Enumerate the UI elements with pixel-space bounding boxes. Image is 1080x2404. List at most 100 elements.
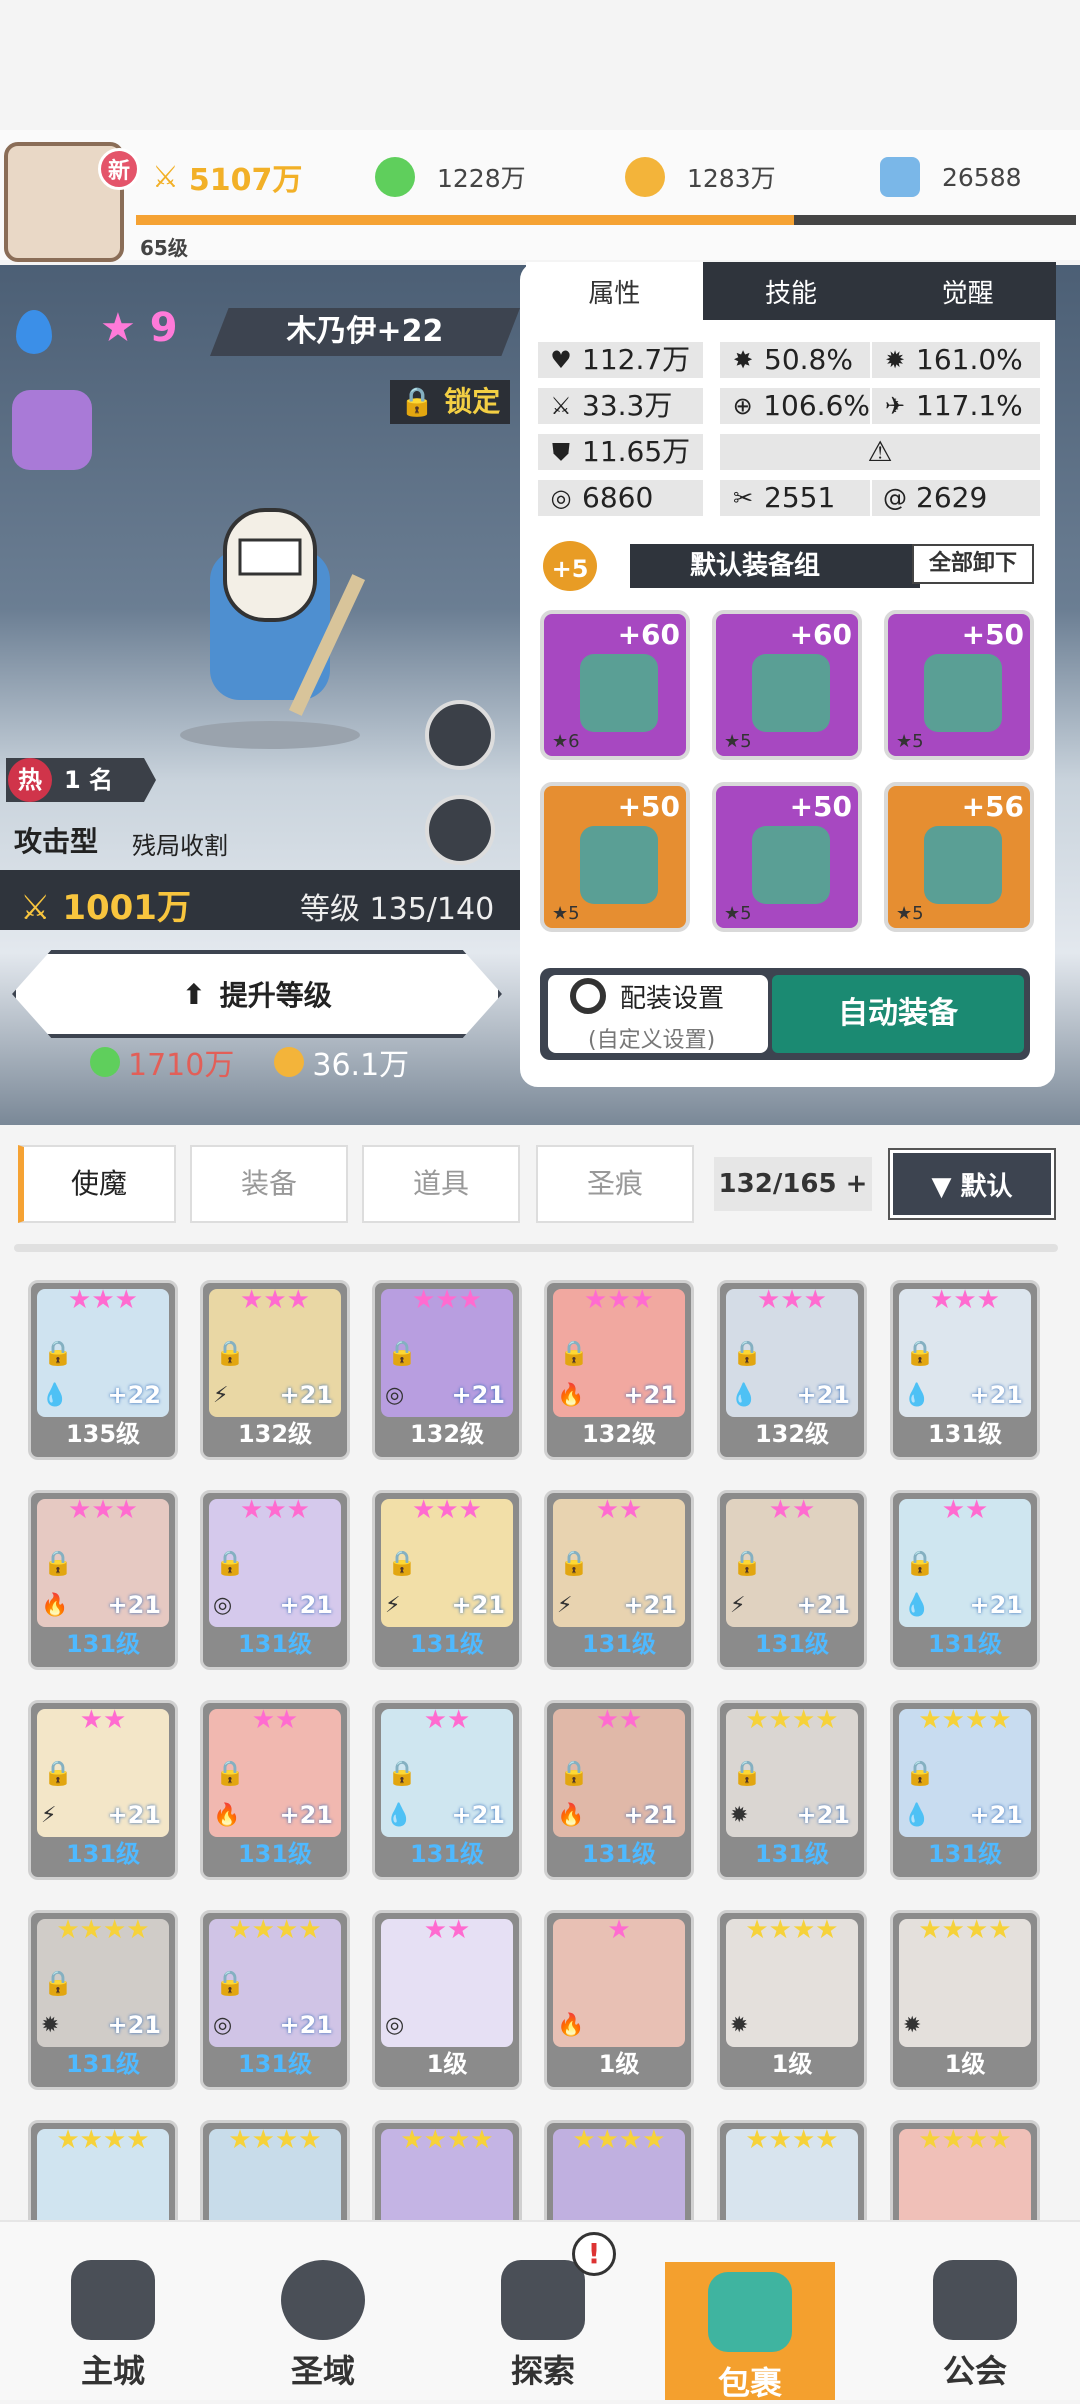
nav-guild[interactable]: 公会 <box>890 2250 1060 2400</box>
hero-plus: +21 <box>623 1381 677 1409</box>
hero-stars: ★★★ <box>240 1285 310 1315</box>
hero-card[interactable]: ★★★★ 🔒 ◎ +21 131级 <box>200 1910 350 2090</box>
hero-level: 132级 <box>754 1420 830 1448</box>
tab-skills[interactable]: 技能 <box>702 262 880 320</box>
nav-city[interactable]: 主城 <box>28 2250 198 2400</box>
hero-card[interactable]: ★★★ 🔒 ⚡ +21 131级 <box>372 1490 522 1670</box>
hero-card[interactable]: ★★★ 🔒 ◎ +21 132级 <box>372 1280 522 1460</box>
hero-card[interactable]: ★★ 🔒 🔥 +21 131级 <box>200 1700 350 1880</box>
hero-count[interactable]: 132/165 + <box>714 1157 872 1211</box>
gear-slot[interactable]: +60 ★6 <box>540 610 690 760</box>
swirl-icon: ◎ <box>550 484 572 512</box>
nav-domain[interactable]: 圣域 <box>238 2250 408 2400</box>
hero-card[interactable]: ★★ 🔒 ⚡ +21 131级 <box>544 1490 694 1670</box>
hero-level: 1级 <box>598 2050 640 2078</box>
witch-hat-icon[interactable] <box>12 390 92 470</box>
hero-plus: +21 <box>796 1591 850 1619</box>
nav-bag[interactable]: 包裹 <box>665 2262 835 2402</box>
hero-card[interactable]: ★★★★ ✹ 1级 <box>717 1910 867 2090</box>
gear-item-icon <box>924 826 1002 904</box>
hero-card[interactable]: ★★★ 🔒 🔥 +21 132级 <box>544 1280 694 1460</box>
info-tabs: 属性 技能 觉醒 <box>526 262 1057 320</box>
sort-button[interactable]: ▼ 默认 <box>890 1150 1054 1218</box>
tab-stigmata[interactable]: 圣痕 <box>536 1145 694 1223</box>
stat-crit: ✸ 50.8% <box>720 342 870 378</box>
gear-plus: +50 <box>789 790 852 823</box>
hero-card[interactable]: ★★★★ 🔒 ✹ +21 131级 <box>28 1910 178 2090</box>
lock-icon: 🔒 <box>387 1759 417 1787</box>
tab-heroes[interactable]: 使魔 <box>18 1145 176 1223</box>
stat-extra-3: @2629 <box>872 480 1040 516</box>
gear-slot[interactable]: +50 ★5 <box>712 782 862 932</box>
sun-icon: ✹ <box>884 346 906 374</box>
water-element-icon <box>16 310 52 354</box>
alert-badge: ! <box>572 2232 616 2276</box>
tab-items[interactable]: 道具 <box>362 1145 520 1223</box>
hero-stars: ★★★ <box>757 1285 827 1315</box>
unequip-all-button[interactable]: 全部卸下 <box>912 544 1034 584</box>
hero-card[interactable]: ★★★ 🔒 🔥 +21 131级 <box>28 1490 178 1670</box>
hero-card[interactable]: ★ 🔥 1级 <box>544 1910 694 2090</box>
loadout-sub: (自定义设置) <box>588 1028 716 1053</box>
hero-card[interactable]: ★★★ 🔒 ◎ +21 131级 <box>200 1490 350 1670</box>
hero-card[interactable]: ★★ 🔒 ⚡ +21 131级 <box>717 1490 867 1670</box>
element-icon: ⚡ <box>41 1803 57 1828</box>
stat-extra-1: ◎ 6860 <box>538 480 703 516</box>
diamond-currency[interactable]: 26588 <box>880 152 1022 202</box>
element-icon: 💧 <box>730 1383 758 1408</box>
stat-locked: ⚠ <box>720 434 1040 470</box>
hero-card[interactable]: ★★★ 🔒 ⚡ +21 132级 <box>200 1280 350 1460</box>
upgrade-level-button[interactable]: ⬆ 提升等级 <box>12 950 502 1038</box>
hero-stars: ★★★★ <box>918 1705 1012 1735</box>
view-button[interactable] <box>425 700 495 770</box>
lock-icon: 🔒 <box>215 1969 245 1997</box>
hero-level: 132级 <box>409 1420 485 1448</box>
loadout-label: 配装设置 <box>620 984 725 1014</box>
hero-card[interactable]: ★★★ 🔒 💧 +22 135级 <box>28 1280 178 1460</box>
hero-level: 131级 <box>65 1840 141 1868</box>
hero-card[interactable]: ★★★★ 🔒 💧 +21 131级 <box>890 1700 1040 1880</box>
hero-power: ⚔ 1001万 <box>20 888 191 928</box>
gear-slot[interactable]: +60 ★5 <box>712 610 862 760</box>
gear-slot[interactable]: +56 ★5 <box>884 782 1034 932</box>
lock-button[interactable]: 🔒 锁定 <box>390 380 510 424</box>
element-icon: 🔥 <box>557 2013 585 2038</box>
hero-stars: ★★★★ <box>918 1915 1012 1945</box>
hero-card[interactable]: ★★ 🔒 💧 +21 131级 <box>372 1700 522 1880</box>
hero-name: 木乃伊+22 <box>210 308 520 356</box>
hero-card[interactable]: ★★ 🔒 💧 +21 131级 <box>890 1490 1040 1670</box>
lock-icon: 🔒 <box>905 1549 935 1577</box>
swap-button[interactable] <box>425 795 495 865</box>
tab-equipment[interactable]: 装备 <box>190 1145 348 1223</box>
lock-icon: 🔒 <box>559 1549 589 1577</box>
hero-card[interactable]: ★★ ◎ 1级 <box>372 1910 522 2090</box>
hero-plus: +21 <box>279 1381 333 1409</box>
hero-card[interactable]: ★★★ 🔒 💧 +21 131级 <box>890 1280 1040 1460</box>
gear-slot[interactable]: +50 ★5 <box>540 782 690 932</box>
hero-card[interactable]: ★★ 🔒 ⚡ +21 131级 <box>28 1700 178 1880</box>
hero-card[interactable]: ★★ 🔒 🔥 +21 131级 <box>544 1700 694 1880</box>
gear-group-selector[interactable]: 默认装备组 <box>630 544 920 588</box>
element-icon: 💧 <box>903 1593 931 1618</box>
element-icon: ◎ <box>213 2013 233 2038</box>
element-icon: ⚡ <box>730 1593 746 1618</box>
castle-icon <box>71 2260 155 2340</box>
player-level: 65级 <box>140 236 188 260</box>
hero-plus: +21 <box>279 2011 333 2039</box>
hero-stars: ★★★★ <box>745 2125 839 2155</box>
lock-icon: 🔒 <box>905 1339 935 1367</box>
gold-currency[interactable]: 1283万 <box>625 152 776 202</box>
exp-bar <box>136 215 1076 225</box>
hero-card[interactable]: ★★★ 🔒 💧 +21 132级 <box>717 1280 867 1460</box>
hero-plus: +21 <box>279 1801 333 1829</box>
gear-plus: +50 <box>961 618 1024 651</box>
tab-awaken[interactable]: 觉醒 <box>879 262 1057 320</box>
hero-card[interactable]: ★★★★ ✹ 1级 <box>890 1910 1040 2090</box>
tab-attributes[interactable]: 属性 <box>526 262 703 320</box>
auto-equip-button[interactable]: 自动装备 <box>772 975 1024 1053</box>
element-icon: 🔥 <box>213 1803 241 1828</box>
bag-icon <box>708 2272 792 2352</box>
gear-slot[interactable]: +50 ★5 <box>884 610 1034 760</box>
gold-coin-icon <box>274 1047 305 1077</box>
hero-card[interactable]: ★★★★ 🔒 ✹ +21 131级 <box>717 1700 867 1880</box>
